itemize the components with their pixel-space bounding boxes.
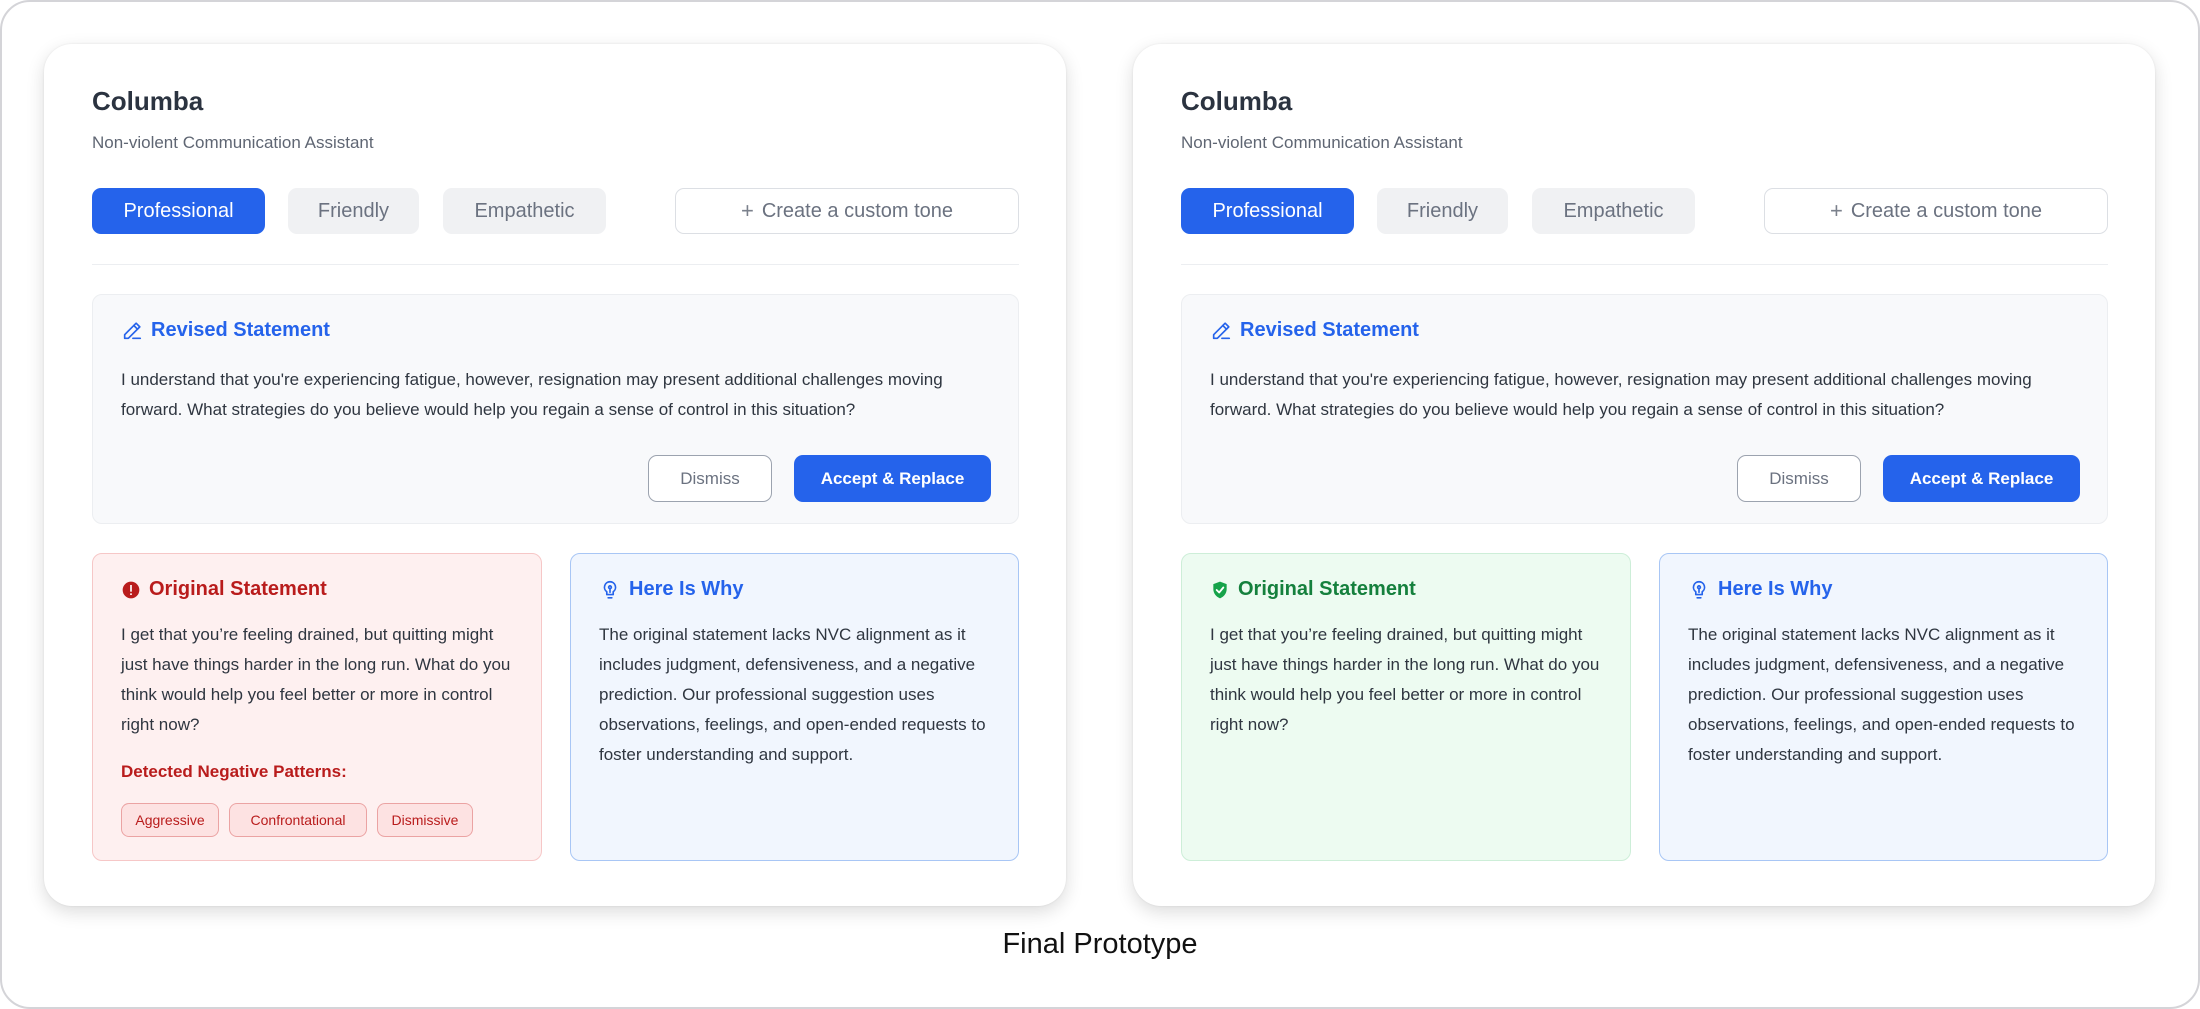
original-statement-text: I get that you’re feeling drained, but q…	[1210, 625, 1600, 734]
revised-statement-heading: Revised Statement	[121, 319, 330, 342]
here-is-why-heading: Here Is Why	[599, 578, 743, 601]
pattern-tag-dismissive: Dismissive	[377, 803, 473, 837]
prototype-card-negative: Columba Non-violent Communication Assist…	[44, 44, 1066, 906]
prototype-card-positive: Columba Non-violent Communication Assist…	[1133, 44, 2155, 906]
tone-empathetic-button[interactable]: Empathetic	[443, 188, 606, 234]
tone-empathetic-button[interactable]: Empathetic	[1532, 188, 1695, 234]
divider	[1181, 264, 2108, 265]
here-is-why-title: Here Is Why	[629, 578, 744, 600]
revised-statement-panel: Revised Statement I understand that you'…	[92, 294, 1019, 524]
revised-statement-title: Revised Statement	[1240, 319, 1419, 341]
plus-icon: +	[740, 198, 754, 223]
revised-statement-heading: Revised Statement	[1210, 319, 1419, 342]
app-subtitle: Non-violent Communication Assistant	[1181, 133, 1463, 152]
dismiss-button[interactable]: Dismiss	[1737, 455, 1861, 502]
negative-patterns-label: Detected Negative Patterns:	[121, 762, 347, 781]
here-is-why-title: Here Is Why	[1718, 578, 1833, 600]
original-statement-heading: Original Statement	[121, 578, 327, 601]
revised-statement-text: I understand that you're experiencing fa…	[1210, 370, 2032, 419]
tone-professional-button[interactable]: Professional	[92, 188, 265, 234]
app-subtitle: Non-violent Communication Assistant	[92, 133, 374, 152]
revised-statement-panel: Revised Statement I understand that you'…	[1181, 294, 2108, 524]
create-custom-tone-button[interactable]: + Create a custom tone	[675, 188, 1019, 234]
create-custom-tone-button[interactable]: + Create a custom tone	[1764, 188, 2108, 234]
divider	[92, 264, 1019, 265]
dismiss-button[interactable]: Dismiss	[648, 455, 772, 502]
here-is-why-heading: Here Is Why	[1688, 578, 1832, 601]
plus-icon: +	[1829, 198, 1843, 223]
pattern-tag-confrontational: Confrontational	[229, 803, 367, 837]
original-statement-heading: Original Statement	[1210, 578, 1416, 601]
figure-caption: Final Prototype	[1002, 928, 1198, 960]
app-title: Columba	[1181, 86, 1293, 116]
app-title: Columba	[92, 86, 204, 116]
original-statement-panel: Original Statement I get that you’re fee…	[92, 553, 542, 861]
original-statement-text: I get that you’re feeling drained, but q…	[121, 625, 511, 734]
here-is-why-panel: Here Is Why The original statement lacks…	[570, 553, 1019, 861]
here-is-why-text: The original statement lacks NVC alignme…	[1688, 625, 2075, 764]
create-custom-tone-label: Create a custom tone	[1850, 199, 2043, 222]
accept-replace-button[interactable]: Accept & Replace	[1883, 455, 2080, 502]
original-statement-panel: Original Statement I get that you’re fee…	[1181, 553, 1631, 861]
lightbulb-icon	[1692, 580, 1706, 599]
shield-check-icon	[1213, 581, 1227, 598]
original-statement-title: Original Statement	[149, 578, 327, 600]
tone-professional-button[interactable]: Professional	[1181, 188, 1354, 234]
here-is-why-panel: Here Is Why The original statement lacks…	[1659, 553, 2108, 861]
here-is-why-text: The original statement lacks NVC alignme…	[599, 625, 986, 764]
lightbulb-icon	[603, 580, 617, 599]
pattern-tag-aggressive: Aggressive	[121, 803, 219, 837]
revised-statement-text: I understand that you're experiencing fa…	[121, 370, 943, 419]
alert-circle-icon	[122, 581, 140, 598]
pencil-icon	[1212, 321, 1231, 339]
tone-friendly-button[interactable]: Friendly	[1377, 188, 1508, 234]
original-statement-title: Original Statement	[1238, 578, 1416, 600]
accept-replace-button[interactable]: Accept & Replace	[794, 455, 991, 502]
revised-statement-title: Revised Statement	[151, 319, 330, 341]
create-custom-tone-label: Create a custom tone	[761, 199, 954, 222]
pencil-icon	[123, 321, 142, 339]
tone-friendly-button[interactable]: Friendly	[288, 188, 419, 234]
